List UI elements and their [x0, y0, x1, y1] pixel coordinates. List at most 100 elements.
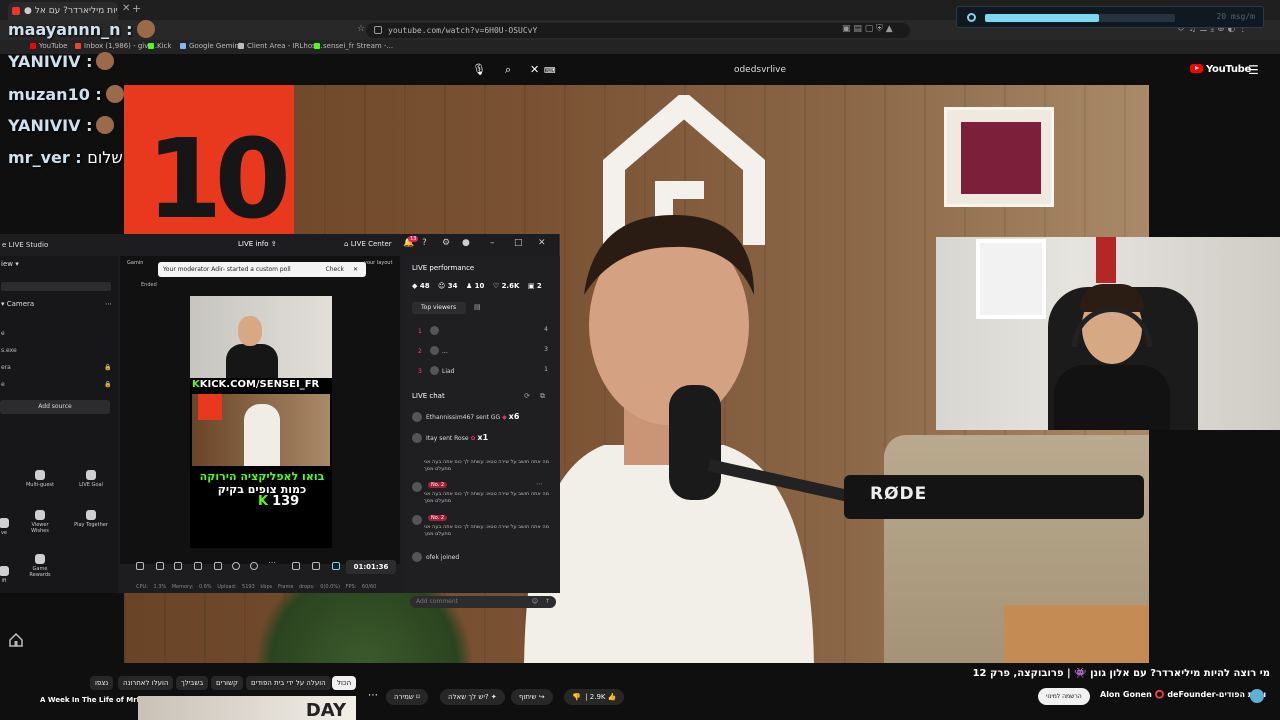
add-source-button[interactable]: Add source	[0, 400, 110, 414]
effects-icon[interactable]	[156, 562, 164, 570]
multi-guest-button[interactable]: Multi-guest	[22, 470, 58, 488]
lock-icon[interactable]: 🔒	[104, 364, 111, 371]
viewer-rank: 1	[418, 328, 422, 335]
phone-icon[interactable]	[214, 562, 222, 570]
more-icon[interactable]: ⋯	[105, 300, 112, 308]
new-tab-icon[interactable]: +	[132, 2, 141, 15]
media-icon[interactable]	[194, 562, 202, 570]
settings-gear-icon[interactable]: ⚙	[442, 238, 450, 248]
voice-search-icon[interactable]: 🎙	[472, 63, 486, 76]
tool-label: Viewer Wishes	[31, 522, 49, 534]
live-center-button[interactable]: ⌂ LIVE Center	[344, 240, 392, 248]
add-comment-input[interactable]: Add comment ☺ ↑	[410, 596, 556, 608]
bookmark-kick[interactable]: Kick	[148, 42, 171, 50]
youtube-logo[interactable]: YouTube	[1190, 64, 1251, 75]
dislike-icon[interactable]: 👎	[572, 693, 581, 701]
filter-chip-for-you[interactable]: בשבילך	[176, 676, 209, 690]
top-viewers-tab[interactable]: Top viewers	[412, 302, 466, 314]
search-input[interactable]: odedsvrlive	[520, 63, 800, 79]
frame-artwork	[961, 122, 1041, 194]
viewer-wishes-button[interactable]: Viewer Wishes	[22, 510, 58, 534]
view-dropdown[interactable]: iew ▾	[1, 260, 19, 268]
channel-name[interactable]: Alon Gonen ⭕ deFounder-ו בית הפודים	[1100, 690, 1266, 699]
microphone-icon[interactable]	[332, 562, 340, 570]
help-icon[interactable]: ?	[422, 238, 427, 248]
bookmark-sensei[interactable]: sensei_fr Stream -...	[314, 42, 393, 50]
camera-icon[interactable]	[174, 562, 182, 570]
filter-chip-recent[interactable]: הועלו לאחרונה	[118, 676, 174, 690]
source-row[interactable]: e	[1, 381, 5, 388]
minimize-icon[interactable]: –	[490, 238, 495, 248]
bookmark-gemini[interactable]: Google Gemini	[180, 42, 241, 50]
view-label: iew	[1, 260, 13, 268]
search-icon[interactable]: ⌕	[505, 63, 511, 77]
source-row[interactable]: s.exe	[1, 347, 17, 354]
home-icon[interactable]	[8, 632, 24, 648]
viewer-score: 4	[544, 326, 548, 333]
mixer-icon[interactable]	[292, 562, 300, 570]
hamburger-menu-icon[interactable]: ☰	[1248, 63, 1259, 77]
camera-dropdown[interactable]: ▾ Camera ⋯	[1, 300, 112, 308]
emoji-icon[interactable]: ☺	[532, 596, 538, 608]
ask-button[interactable]: יש לך שאלה? ✦	[440, 689, 505, 705]
live-goal-button[interactable]: LIVE Goal	[73, 470, 109, 488]
top-viewer-row[interactable]: 3 Liad 1	[418, 366, 548, 375]
bookmark-client-area[interactable]: Client Area - IRLhos...	[238, 42, 322, 50]
settings-icon[interactable]	[250, 562, 258, 570]
layout-label[interactable]: your layout	[364, 260, 392, 266]
record-icon[interactable]	[232, 562, 240, 570]
source-row[interactable]: era	[1, 364, 11, 371]
camera-label: Camera	[6, 300, 35, 308]
profile-avatar[interactable]: ●	[462, 238, 470, 248]
tool-button[interactable]: ift	[0, 566, 22, 584]
bookmark-inbox[interactable]: Inbox (1,986) - givo...	[75, 42, 159, 50]
viewer-count-value: 139	[272, 494, 300, 509]
live-info-tab[interactable]: LIVE info ⇪	[238, 240, 277, 248]
close-window-icon[interactable]: ✕	[538, 238, 546, 248]
site-info-icon[interactable]	[374, 26, 382, 34]
list-icon[interactable]: ▤	[474, 303, 481, 311]
refresh-icon[interactable]: ⟳	[524, 392, 530, 400]
poll-check-button[interactable]: Check	[326, 262, 344, 277]
top-viewer-row[interactable]: 14	[418, 326, 548, 335]
close-tab-icon[interactable]: ✕	[122, 3, 130, 14]
filter-chip-all[interactable]: הכול	[332, 676, 357, 690]
dismiss-icon[interactable]: ✕	[353, 262, 358, 277]
more-icon[interactable]: ⋯	[536, 480, 543, 488]
address-bar[interactable]: youtube.com/watch?v=6H0U-OSUCvY	[366, 23, 910, 38]
bookmark-youtube[interactable]: YouTube	[30, 42, 67, 50]
like-dislike-group[interactable]: 👎 | 2.9K 👍	[564, 689, 625, 705]
save-button[interactable]: שמירה ⌑	[386, 689, 428, 705]
send-icon[interactable]: ↑	[545, 596, 550, 608]
tool-button[interactable]: ve	[0, 518, 22, 536]
filter-chip-related[interactable]: קשורים	[211, 676, 243, 690]
filter-chip-channel[interactable]: הועלה על ידי בית הפודים	[246, 676, 331, 690]
like-icon[interactable]: 👍	[608, 693, 617, 701]
maximize-icon[interactable]: □	[514, 238, 523, 248]
metric-value: 2	[536, 282, 542, 290]
avatar	[412, 515, 422, 525]
filter-chip-watched[interactable]: נצפו	[90, 676, 114, 690]
browser-tab[interactable]: ● מי רוצה להיות מיליארדר? עם אל	[8, 2, 118, 20]
lock-icon[interactable]: 🔒	[104, 381, 111, 388]
extension-icons[interactable]: ▣ ▤ ▢ ⛨ ▲	[842, 24, 893, 34]
game-rewards-button[interactable]: Game Rewards	[22, 554, 58, 578]
magic-icon[interactable]	[136, 562, 144, 570]
meter-label: 20 msg/m	[1216, 12, 1255, 21]
play-together-button[interactable]: Play Together	[73, 510, 109, 528]
studio-left-panel: iew ▾ ▾ Camera ⋯ e s.exe era 🔒 e 🔒 Add s…	[0, 256, 118, 593]
more-actions-icon[interactable]: ⋯	[368, 690, 378, 701]
volume-icon[interactable]	[312, 562, 320, 570]
share-button[interactable]: שיתוף ↪	[511, 689, 553, 705]
gift-icon: ◆	[502, 414, 507, 421]
suggested-video-thumbnail[interactable]: DAY	[138, 696, 356, 720]
more-options-icon[interactable]: ⋯	[268, 558, 276, 567]
source-row[interactable]: e	[1, 330, 5, 337]
scene-selector[interactable]	[1, 282, 111, 291]
top-viewer-row[interactable]: 2... 3	[418, 346, 548, 355]
gaming-category[interactable]: Gamin	[127, 260, 143, 266]
join-button[interactable]: הרשמה למינוי	[1038, 688, 1090, 705]
bookmark-star-icon[interactable]: ☆	[357, 24, 365, 34]
channel-avatar[interactable]	[1250, 689, 1264, 703]
popout-icon[interactable]: ⧉	[540, 392, 545, 401]
